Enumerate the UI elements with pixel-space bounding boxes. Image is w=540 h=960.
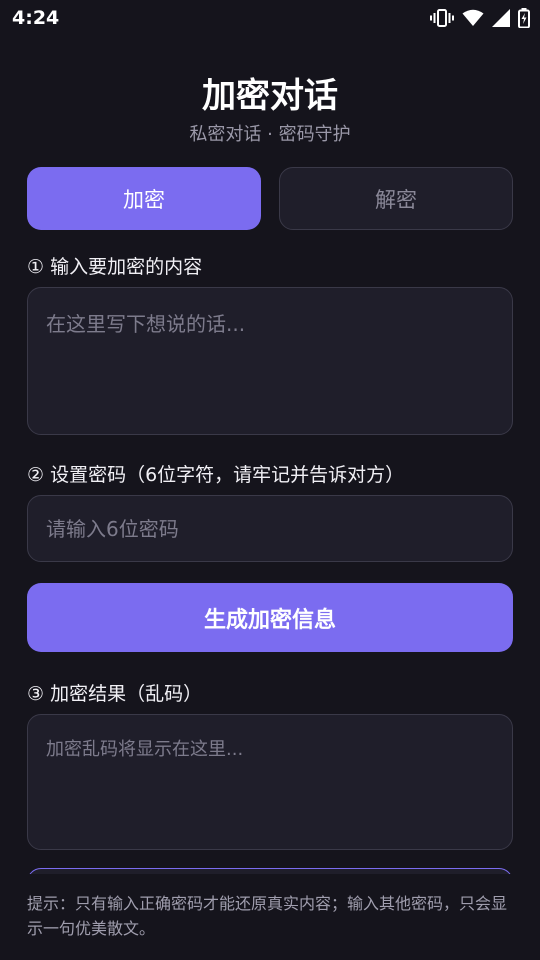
cellular-signal-icon bbox=[492, 9, 510, 27]
result-output[interactable] bbox=[27, 714, 513, 850]
vibrate-icon bbox=[430, 8, 454, 28]
wifi-icon bbox=[462, 9, 484, 27]
app-screen: 4:24 加密对话 私密对话 · 密码守护 加密 解密 ① 输入要加密的内容 在… bbox=[0, 0, 540, 960]
result-section-label: ③ 加密结果（乱码） bbox=[27, 683, 203, 705]
hint-text: 提示：只有输入正确密码才能还原真实内容；输入其他密码，只会显示一句优美散文。 bbox=[27, 894, 508, 938]
content-section-label: ① 输入要加密的内容 bbox=[27, 256, 203, 278]
status-icons bbox=[430, 8, 530, 28]
password-section-label: ② 设置密码（6位字符，请牢记并告诉对方） bbox=[27, 464, 405, 486]
app-title: 加密对话 bbox=[202, 76, 338, 116]
app-subtitle: 私密对话 · 密码守护 bbox=[189, 124, 351, 145]
content-input[interactable] bbox=[27, 287, 513, 435]
hint-bar: 提示：只有输入正确密码才能还原真实内容；输入其他密码，只会显示一句优美散文。 bbox=[0, 874, 540, 960]
password-input[interactable] bbox=[27, 495, 513, 562]
tab-encrypt[interactable]: 加密 bbox=[27, 167, 261, 230]
status-time: 4:24 bbox=[12, 7, 60, 29]
generate-encrypted-button[interactable]: 生成加密信息 bbox=[27, 583, 513, 652]
battery-icon bbox=[518, 8, 530, 28]
tab-decrypt[interactable]: 解密 bbox=[279, 167, 513, 230]
status-bar: 4:24 bbox=[0, 0, 540, 36]
